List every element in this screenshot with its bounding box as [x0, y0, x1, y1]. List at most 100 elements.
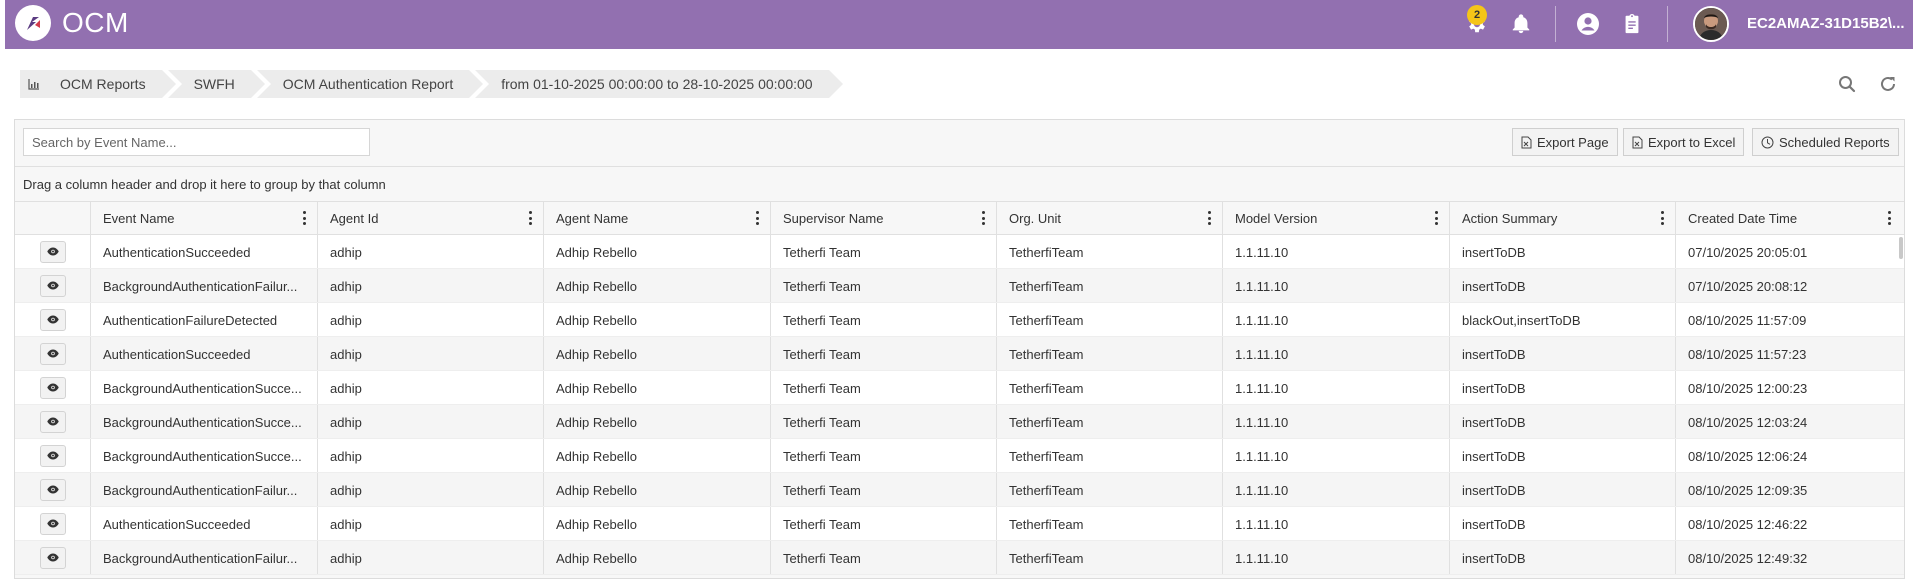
table-cell: adhip	[317, 269, 543, 302]
view-details-button[interactable]	[39, 308, 66, 331]
header-label: Agent Name	[556, 211, 629, 226]
export-excel-button[interactable]: Export to Excel	[1623, 128, 1745, 156]
table-cell: 08/10/2025 12:06:24	[1675, 439, 1902, 472]
table-cell: AuthenticationSucceeded	[90, 507, 317, 540]
group-by-drop-zone[interactable]: Drag a column header and drop it here to…	[15, 166, 1904, 200]
view-details-button[interactable]	[39, 546, 66, 569]
table-row[interactable]: BackgroundAuthenticationSucce... adhip Adh…	[15, 405, 1904, 439]
view-details-button[interactable]	[39, 342, 66, 365]
table-cell: Adhip Rebello	[543, 405, 770, 438]
table-cell: Adhip Rebello	[543, 371, 770, 404]
row-actions-cell	[15, 405, 90, 438]
table-row[interactable]: AuthenticationSucceeded adhip Adhip Rebell…	[15, 235, 1904, 269]
view-details-button[interactable]	[39, 274, 66, 297]
refresh-icon[interactable]	[1877, 73, 1899, 95]
header-label: Event Name	[103, 211, 175, 226]
table-cell: Adhip Rebello	[543, 337, 770, 370]
table-cell: 1.1.11.10	[1222, 303, 1449, 336]
breadcrumb-label: from 01-10-2025 00:00:00 to 28-10-2025 0…	[501, 76, 813, 92]
table-cell: 08/10/2025 12:00:23	[1675, 371, 1902, 404]
table-row[interactable]: BackgroundAuthenticationSucce... adhip Adh…	[15, 371, 1904, 405]
breadcrumb-label: OCM Reports	[60, 76, 146, 92]
export-page-button[interactable]: Export Page	[1512, 128, 1618, 156]
table-row[interactable]: AuthenticationSucceeded adhip Adhip Rebell…	[15, 337, 1904, 371]
table-cell: adhip	[317, 439, 543, 472]
row-actions-cell	[15, 337, 90, 370]
header-model-version[interactable]: Model Version	[1222, 202, 1449, 234]
user-avatar[interactable]	[1693, 6, 1729, 42]
view-details-button[interactable]	[39, 376, 66, 399]
header-event-name[interactable]: Event Name	[90, 202, 317, 234]
export-page-label: Export Page	[1537, 134, 1609, 150]
scheduled-reports-button[interactable]: Scheduled Reports	[1752, 128, 1899, 156]
row-actions-cell	[15, 473, 90, 506]
table-row[interactable]: AuthenticationFailureDetected adhip Adhip …	[15, 303, 1904, 337]
vertical-scrollbar[interactable]	[1899, 237, 1903, 259]
app-root: OCM 2 EC2AMAZ-31D15B2\... OCM Reports SW…	[0, 0, 1913, 579]
header-action-summary[interactable]: Action Summary	[1449, 202, 1675, 234]
table-cell: TetherfiTeam	[996, 541, 1222, 574]
eye-icon	[46, 281, 59, 290]
table-row[interactable]: BackgroundAuthenticationFailur... adhip Ad…	[15, 269, 1904, 303]
header-supervisor-name[interactable]: Supervisor Name	[770, 202, 996, 234]
table-row[interactable]: BackgroundAuthenticationFailur... adhip Ad…	[15, 473, 1904, 507]
excel-file-icon	[1521, 136, 1532, 149]
breadcrumb-item-date-range[interactable]: from 01-10-2025 00:00:00 to 28-10-2025 0…	[475, 70, 843, 98]
column-menu-icon[interactable]	[529, 211, 533, 225]
view-details-button[interactable]	[39, 512, 66, 535]
view-details-button[interactable]	[39, 240, 66, 263]
app-title: OCM	[62, 7, 129, 38]
table-cell: insertToDB	[1449, 507, 1675, 540]
breadcrumb: OCM Reports SWFH OCM Authentication Repo…	[20, 70, 843, 98]
header-agent-id[interactable]: Agent Id	[317, 202, 543, 234]
header-created-date-time[interactable]: Created Date Time	[1675, 202, 1902, 234]
table-row[interactable]: AuthenticationSucceeded adhip Adhip Rebell…	[15, 507, 1904, 541]
table-cell: TetherfiTeam	[996, 371, 1222, 404]
table-cell: 1.1.11.10	[1222, 439, 1449, 472]
clipboard-icon[interactable]	[1619, 11, 1645, 37]
ocm-logo-icon[interactable]	[15, 5, 51, 41]
view-details-button[interactable]	[39, 444, 66, 467]
search-input[interactable]	[23, 128, 370, 156]
column-menu-icon[interactable]	[1208, 211, 1212, 225]
notification-count-badge: 2	[1467, 5, 1487, 25]
table-cell: adhip	[317, 235, 543, 268]
column-menu-icon[interactable]	[1888, 211, 1892, 225]
table-cell: Tetherfi Team	[770, 473, 996, 506]
table-cell: AuthenticationSucceeded	[90, 235, 317, 268]
column-menu-icon[interactable]	[982, 211, 986, 225]
column-menu-icon[interactable]	[756, 211, 760, 225]
row-actions-cell	[15, 269, 90, 302]
table-cell: 08/10/2025 12:09:35	[1675, 473, 1902, 506]
user-name[interactable]: EC2AMAZ-31D15B2\...	[1747, 15, 1905, 32]
breadcrumb-item-ocm-reports[interactable]: OCM Reports	[20, 70, 176, 98]
table-cell: 1.1.11.10	[1222, 337, 1449, 370]
view-details-button[interactable]	[39, 410, 66, 433]
header-label: Model Version	[1235, 211, 1318, 226]
table-cell: Adhip Rebello	[543, 507, 770, 540]
header-org-unit[interactable]: Org. Unit	[996, 202, 1222, 234]
table-cell: 07/10/2025 20:08:12	[1675, 269, 1902, 302]
table-cell: Tetherfi Team	[770, 507, 996, 540]
column-menu-icon[interactable]	[303, 211, 307, 225]
table-cell: Tetherfi Team	[770, 405, 996, 438]
account-circle-icon[interactable]	[1575, 11, 1601, 37]
table-cell: TetherfiTeam	[996, 507, 1222, 540]
table-cell: Adhip Rebello	[543, 439, 770, 472]
search-icon[interactable]	[1836, 73, 1858, 95]
table-row[interactable]: BackgroundAuthenticationFailur... adhip Ad…	[15, 541, 1904, 575]
header-label: Agent Id	[330, 211, 379, 226]
table-cell: TetherfiTeam	[996, 269, 1222, 302]
column-menu-icon[interactable]	[1435, 211, 1439, 225]
breadcrumb-item-report[interactable]: OCM Authentication Report	[256, 70, 484, 98]
column-menu-icon[interactable]	[1661, 211, 1665, 225]
notification-bell-icon[interactable]	[1508, 11, 1534, 37]
view-details-button[interactable]	[39, 478, 66, 501]
top-divider	[1555, 6, 1556, 42]
header-agent-name[interactable]: Agent Name	[543, 202, 770, 234]
eye-icon	[46, 315, 59, 324]
breadcrumb-item-swfh[interactable]: SWFH	[167, 70, 266, 98]
table-row[interactable]: BackgroundAuthenticationSucce... adhip Adh…	[15, 439, 1904, 473]
eye-icon	[46, 247, 59, 256]
table-cell: AuthenticationFailureDetected	[90, 303, 317, 336]
